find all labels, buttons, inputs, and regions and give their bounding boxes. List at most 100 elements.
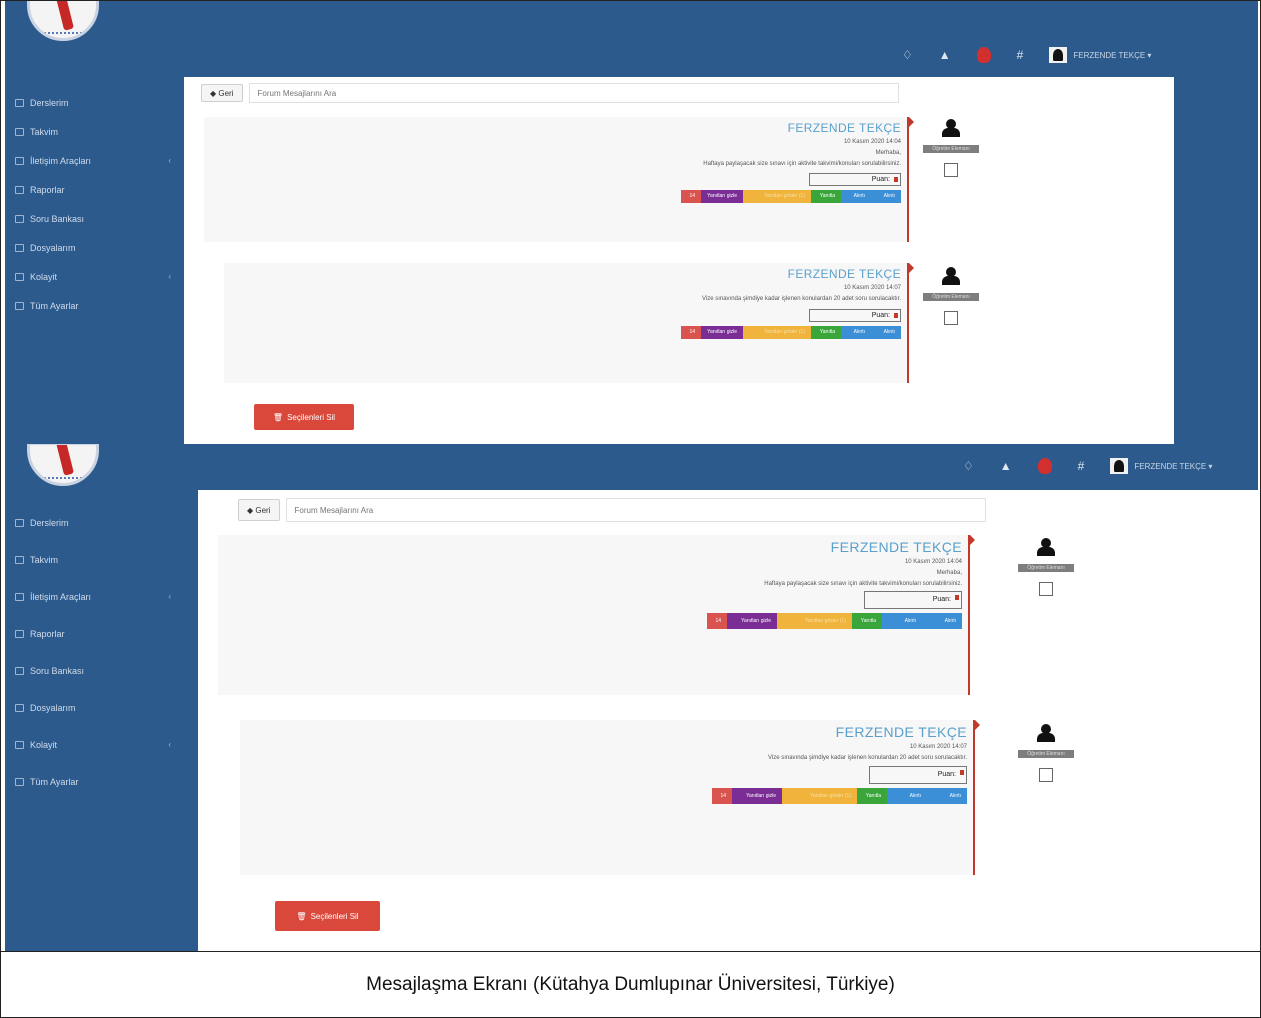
sidebar-item-takvim[interactable]: Takvim xyxy=(15,117,185,146)
bell-icon[interactable]: ♢ xyxy=(963,459,974,473)
reply-button[interactable]: Yanıtla xyxy=(811,325,841,339)
hide-replies-button[interactable]: Yanıtları gizle xyxy=(701,325,743,339)
user-icon xyxy=(1037,724,1055,742)
select-checkbox[interactable] xyxy=(1039,582,1053,596)
message-post: FERZENDE TEKÇE 10 Kasım 2020 14:04 Merha… xyxy=(218,535,975,695)
user-menu[interactable]: FERZENDE TEKÇE ▾ xyxy=(1110,458,1212,474)
sidebar-item-takvim[interactable]: Takvim xyxy=(15,541,185,578)
sidebar-item-tum-ayarlar[interactable]: Tüm Ayarlar xyxy=(15,763,185,800)
select-checkbox[interactable] xyxy=(1039,768,1053,782)
hide-replies-button[interactable]: Yanıtları gizle xyxy=(732,787,782,804)
reply-button[interactable]: Yanıtla xyxy=(857,787,887,804)
quote-button[interactable]: Alıntı xyxy=(841,325,871,339)
post-line: Haftaya paylaşacak size sınavı için akti… xyxy=(703,160,901,167)
post-date: 10 Kasım 2020 14:07 xyxy=(843,285,901,291)
message-post: FERZENDE TEKÇE 10 Kasım 2020 14:07 Vize … xyxy=(240,720,980,875)
select-checkbox[interactable] xyxy=(944,163,958,177)
sidebar-item-dosyalarim[interactable]: Dosyalarım xyxy=(15,689,185,726)
sidebar-item-soru-bankasi[interactable]: Soru Bankası xyxy=(15,204,185,233)
message-post: FERZENDE TEKÇE 10 Kasım 2020 14:04 Merha… xyxy=(204,117,914,242)
grid-icon[interactable]: # xyxy=(1078,459,1085,473)
post-side: Öğretim Elemanı xyxy=(921,119,981,177)
show-replies-button[interactable]: Yanıtları göster (1) xyxy=(782,787,857,804)
score-field[interactable]: Puan: xyxy=(809,173,901,187)
sidebar-nav: Derslerim Takvim İletişim Araçları ‹ Rapo… xyxy=(15,504,185,800)
quote-button[interactable]: Alıntı xyxy=(882,613,922,630)
sidebar-item-kolayit[interactable]: Kolayit ‹ xyxy=(15,262,185,291)
chart-icon xyxy=(15,518,24,527)
sidebar-item-kolayit[interactable]: Kolayit ‹ xyxy=(15,726,185,763)
post-text: FERZENDE TEKÇE 10 Kasım 2020 14:04 Merha… xyxy=(312,539,962,630)
quote-button[interactable]: Alıntı xyxy=(927,787,967,804)
quote-button[interactable]: Alıntı xyxy=(841,190,871,204)
like-count-button[interactable]: 14 xyxy=(707,613,727,630)
post-divider xyxy=(973,720,980,875)
post-author[interactable]: FERZENDE TEKÇE xyxy=(301,121,901,135)
post-line: Haftaya paylaşacak size sınavı için akti… xyxy=(764,580,962,587)
show-replies-button[interactable]: Yanıtları göster (1) xyxy=(743,190,811,204)
score-field[interactable]: Puan: xyxy=(809,308,901,322)
sidebar-item-iletisim[interactable]: İletişim Araçları ‹ xyxy=(15,578,185,615)
sidebar-item-raporlar[interactable]: Raporlar xyxy=(15,615,185,652)
top-toolbar: ♢ ▲ # FERZENDE TEKÇE ▾ xyxy=(902,47,1151,63)
notification-badge-icon[interactable] xyxy=(1037,458,1052,474)
show-replies-button[interactable]: Yanıtları göster (1) xyxy=(743,325,811,339)
sidebar-item-derslerim[interactable]: Derslerim xyxy=(15,88,185,117)
show-replies-button[interactable]: Yanıtları göster (1) xyxy=(777,613,852,630)
delete-selected-button[interactable]: 🗑 Seçilenleri Sil xyxy=(275,901,380,931)
post-divider xyxy=(907,263,914,383)
chevron-right-icon: ‹ xyxy=(168,592,171,601)
delete-selected-button[interactable]: 🗑 Seçilenleri Sil xyxy=(254,404,354,430)
post-actions: 14 Yanıtları gizle Yanıtları göster (1) … xyxy=(301,190,901,204)
sidebar-item-iletisim[interactable]: İletişim Araçları ‹ xyxy=(15,146,185,175)
post-line: Merhaba, xyxy=(936,570,962,577)
sidebar-item-tum-ayarlar[interactable]: Tüm Ayarlar xyxy=(15,291,185,320)
main-content: ◆ Geri FERZENDE TEKÇE 10 Kasım 2020 14:0… xyxy=(184,77,1174,444)
bell-icon[interactable]: ♢ xyxy=(902,48,913,62)
sidebar-item-raporlar[interactable]: Raporlar xyxy=(15,175,185,204)
grid-icon[interactable]: # xyxy=(1017,48,1024,62)
sidebar-item-derslerim[interactable]: Derslerim xyxy=(15,504,185,541)
post-author[interactable]: FERZENDE TEKÇE xyxy=(317,724,967,740)
user-menu[interactable]: FERZENDE TEKÇE ▾ xyxy=(1049,47,1151,63)
reply-button[interactable]: Yanıtla xyxy=(811,190,841,204)
quote-button[interactable]: Alıntı xyxy=(887,787,927,804)
quote-button[interactable]: Alıntı xyxy=(871,325,901,339)
post-actions: 14 Yanıtları gizle Yanıtları göster (1) … xyxy=(301,325,901,339)
score-field[interactable]: Puan: xyxy=(864,591,962,610)
quote-button[interactable]: Alıntı xyxy=(922,613,962,630)
sidebar-item-soru-bankasi[interactable]: Soru Bankası xyxy=(15,652,185,689)
role-label: Öğretim Elemanı xyxy=(1018,564,1074,572)
notification-badge-icon[interactable] xyxy=(976,47,991,63)
like-count-button[interactable]: 14 xyxy=(712,787,732,804)
calendar-icon xyxy=(15,127,24,136)
search-row: ◆ Geri xyxy=(201,83,899,103)
warning-icon[interactable]: ▲ xyxy=(939,48,951,62)
figure-caption: Mesajlaşma Ekranı (Kütahya Dumlupınar Ün… xyxy=(1,951,1260,1017)
post-divider xyxy=(907,117,914,242)
search-input[interactable] xyxy=(285,498,986,522)
hide-replies-button[interactable]: Yanıtları gizle xyxy=(727,613,777,630)
post-text: FERZENDE TEKÇE 10 Kasım 2020 14:07 Vize … xyxy=(317,724,967,804)
reply-button[interactable]: Yanıtla xyxy=(852,613,882,630)
search-input[interactable] xyxy=(248,83,899,103)
post-date: 10 Kasım 2020 14:04 xyxy=(904,559,962,565)
post-author[interactable]: FERZENDE TEKÇE xyxy=(312,539,962,555)
back-button[interactable]: ◆ Geri xyxy=(201,84,243,102)
like-count-button[interactable]: 14 xyxy=(681,190,701,204)
hide-replies-button[interactable]: Yanıtları gizle xyxy=(701,190,743,204)
post-author[interactable]: FERZENDE TEKÇE xyxy=(301,267,901,281)
database-icon xyxy=(15,214,24,223)
back-button[interactable]: ◆ Geri xyxy=(238,499,280,521)
database-icon xyxy=(15,666,24,675)
files-icon xyxy=(15,243,24,252)
role-label: Öğretim Elemanı xyxy=(923,293,979,301)
sidebar-item-dosyalarim[interactable]: Dosyalarım xyxy=(15,233,185,262)
post-text: FERZENDE TEKÇE 10 Kasım 2020 14:04 Merha… xyxy=(301,121,901,204)
score-field[interactable]: Puan: xyxy=(869,765,967,784)
like-count-button[interactable]: 14 xyxy=(681,325,701,339)
post-line: Vize sınavında şimdiye kadar işlenen kon… xyxy=(767,755,967,762)
select-checkbox[interactable] xyxy=(944,311,958,325)
quote-button[interactable]: Alıntı xyxy=(871,190,901,204)
warning-icon[interactable]: ▲ xyxy=(1000,459,1012,473)
